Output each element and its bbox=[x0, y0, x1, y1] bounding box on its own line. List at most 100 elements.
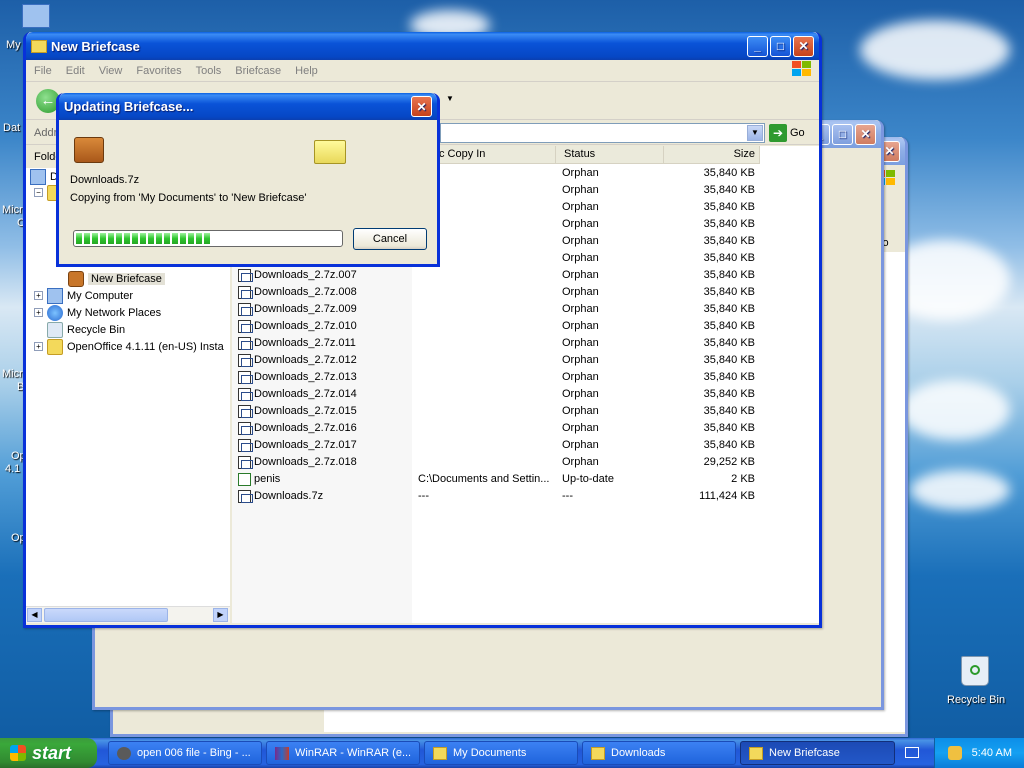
scroll-left-arrow-icon[interactable]: ◀ bbox=[27, 608, 42, 622]
expand-toggle-icon[interactable]: − bbox=[34, 188, 43, 197]
table-row[interactable]: Downloads_2.7z.007 Orphan 35,840 KB bbox=[232, 267, 819, 284]
size: 35,840 KB bbox=[703, 320, 755, 332]
menu-tools[interactable]: Tools bbox=[196, 65, 222, 77]
menu-favorites[interactable]: Favorites bbox=[136, 65, 181, 77]
desktop-icon bbox=[30, 168, 46, 185]
status: Orphan bbox=[562, 371, 599, 383]
taskbar-button[interactable]: Downloads bbox=[582, 741, 736, 765]
recycle-bin-label: Recycle Bin bbox=[947, 694, 1006, 706]
file-icon bbox=[238, 438, 253, 452]
table-row[interactable]: Downloads_2.7z.009 Orphan 35,840 KB bbox=[232, 301, 819, 318]
progress-segment bbox=[132, 233, 138, 244]
address-label: Addr bbox=[34, 127, 58, 139]
menu-file[interactable]: File bbox=[34, 65, 52, 77]
scroll-right-arrow-icon[interactable]: ▶ bbox=[213, 608, 228, 622]
tree-item[interactable]: + OpenOffice 4.1.11 (en-US) Insta bbox=[34, 338, 224, 355]
updating-briefcase-dialog[interactable]: Updating Briefcase... ✕ Downloads.7z Cop… bbox=[56, 93, 440, 267]
size: 35,840 KB bbox=[703, 422, 755, 434]
close-button[interactable]: ✕ bbox=[855, 123, 876, 145]
table-row[interactable]: Downloads_2.7z.018 Orphan 29,252 KB bbox=[232, 454, 819, 471]
chevron-down-icon[interactable]: ▼ bbox=[747, 125, 763, 141]
briefcase-icon bbox=[74, 137, 104, 163]
size: 35,840 KB bbox=[703, 201, 755, 213]
taskbar-button-label: New Briefcase bbox=[769, 747, 840, 759]
taskbar-button-label: My Documents bbox=[453, 747, 527, 759]
table-row[interactable]: Downloads.7z --- --- 111,424 KB bbox=[232, 488, 819, 505]
tree-item[interactable]: Recycle Bin bbox=[34, 321, 125, 338]
start-button[interactable]: start bbox=[0, 738, 97, 768]
file-name: Downloads_2.7z.013 bbox=[254, 371, 357, 383]
table-row[interactable]: penis C:\Documents and Settin... Up-to-dat… bbox=[232, 471, 819, 488]
file-name: Downloads_2.7z.011 bbox=[254, 337, 356, 349]
close-button[interactable]: ✕ bbox=[793, 35, 814, 57]
progress-fill bbox=[76, 233, 340, 244]
window-titlebar[interactable]: New Briefcase _ □ ✕ bbox=[26, 32, 819, 60]
file-name: Downloads_2.7z.018 bbox=[254, 456, 357, 468]
progress-segment bbox=[140, 233, 146, 244]
dialog-copy-text: Copying from 'My Documents' to 'New Brie… bbox=[70, 192, 307, 204]
close-button[interactable]: ✕ bbox=[411, 96, 432, 117]
expand-toggle-icon[interactable]: + bbox=[34, 342, 43, 351]
expand-toggle-icon[interactable]: + bbox=[34, 308, 43, 317]
column-header-status[interactable]: Status bbox=[556, 146, 664, 164]
desktop-icon-my-computer[interactable] bbox=[22, 4, 52, 34]
table-row[interactable]: Downloads_2.7z.012 Orphan 35,840 KB bbox=[232, 352, 819, 369]
status: Orphan bbox=[562, 167, 599, 179]
taskbar-button[interactable]: My Documents bbox=[424, 741, 578, 765]
cancel-button[interactable]: Cancel bbox=[353, 228, 427, 250]
taskbar-button[interactable]: New Briefcase bbox=[740, 741, 895, 765]
expand-toggle-icon[interactable]: + bbox=[34, 291, 43, 300]
dropdown-arrow-icon[interactable]: ▼ bbox=[446, 94, 454, 103]
table-row[interactable]: Downloads_2.7z.010 Orphan 35,840 KB bbox=[232, 318, 819, 335]
status: Orphan bbox=[562, 439, 599, 451]
go-button[interactable]: ➔Go bbox=[769, 124, 805, 142]
menu-briefcase[interactable]: Briefcase bbox=[235, 65, 281, 77]
progress-segment bbox=[172, 233, 178, 244]
back-arrow-icon: ← bbox=[40, 92, 56, 109]
maximize-button[interactable]: □ bbox=[770, 35, 791, 57]
table-row[interactable]: Downloads_2.7z.017 Orphan 35,840 KB bbox=[232, 437, 819, 454]
scrollbar-thumb[interactable] bbox=[44, 608, 168, 622]
taskbar-button-label: WinRAR - WinRAR (e... bbox=[295, 747, 412, 759]
address-input[interactable]: ▼ bbox=[440, 123, 765, 143]
menu-edit[interactable]: Edit bbox=[66, 65, 85, 77]
folder-icon bbox=[749, 746, 763, 760]
table-row[interactable]: Downloads_2.7z.015 Orphan 35,840 KB bbox=[232, 403, 819, 420]
column-header-size[interactable]: Size bbox=[664, 146, 760, 164]
table-row[interactable]: Downloads_2.7z.008 Orphan 35,840 KB bbox=[232, 284, 819, 301]
tree-item-label: My Computer bbox=[67, 289, 134, 302]
status: Orphan bbox=[562, 184, 599, 196]
menu-bar: File Edit View Favorites Tools Briefcase… bbox=[26, 60, 819, 82]
horizontal-scrollbar[interactable]: ◀ ▶ bbox=[26, 606, 230, 623]
status: Orphan bbox=[562, 388, 599, 400]
size: 35,840 KB bbox=[703, 269, 755, 281]
tree-item[interactable]: New Briefcase bbox=[68, 270, 165, 287]
tree-item[interactable]: + My Network Places bbox=[34, 304, 161, 321]
keyboard-icon[interactable] bbox=[905, 747, 919, 758]
menu-view[interactable]: View bbox=[99, 65, 123, 77]
status: Orphan bbox=[562, 320, 599, 332]
table-row[interactable]: Downloads_2.7z.011 Orphan 35,840 KB bbox=[232, 335, 819, 352]
maximize-button[interactable]: □ bbox=[832, 123, 853, 145]
tree-item[interactable]: + My Computer bbox=[34, 287, 133, 304]
table-row[interactable]: Downloads_2.7z.013 Orphan 35,840 KB bbox=[232, 369, 819, 386]
table-row[interactable]: Downloads_2.7z.014 Orphan 35,840 KB bbox=[232, 386, 819, 403]
status: Orphan bbox=[562, 235, 599, 247]
size: 35,840 KB bbox=[703, 439, 755, 451]
desktop-icon-recycle-bin[interactable]: Recycle Bin bbox=[940, 654, 1010, 710]
taskbar-button[interactable]: open 006 file - Bing - ... bbox=[108, 741, 262, 765]
size: 35,840 KB bbox=[703, 354, 755, 366]
table-row[interactable]: Downloads_2.7z.016 Orphan 35,840 KB bbox=[232, 420, 819, 437]
windows-logo-icon bbox=[791, 60, 813, 78]
tray-app-icon[interactable] bbox=[947, 746, 962, 760]
minimize-button[interactable]: _ bbox=[747, 35, 768, 57]
menu-help[interactable]: Help bbox=[295, 65, 318, 77]
size: 35,840 KB bbox=[703, 405, 755, 417]
progress-segment bbox=[76, 233, 82, 244]
cloud bbox=[900, 380, 1010, 440]
dialog-titlebar[interactable]: Updating Briefcase... ✕ bbox=[59, 93, 437, 120]
file-name: Downloads_2.7z.008 bbox=[254, 286, 357, 298]
tree-item[interactable]: D bbox=[30, 168, 58, 185]
taskbar-button[interactable]: WinRAR - WinRAR (e... bbox=[266, 741, 420, 765]
size: 29,252 KB bbox=[703, 456, 755, 468]
